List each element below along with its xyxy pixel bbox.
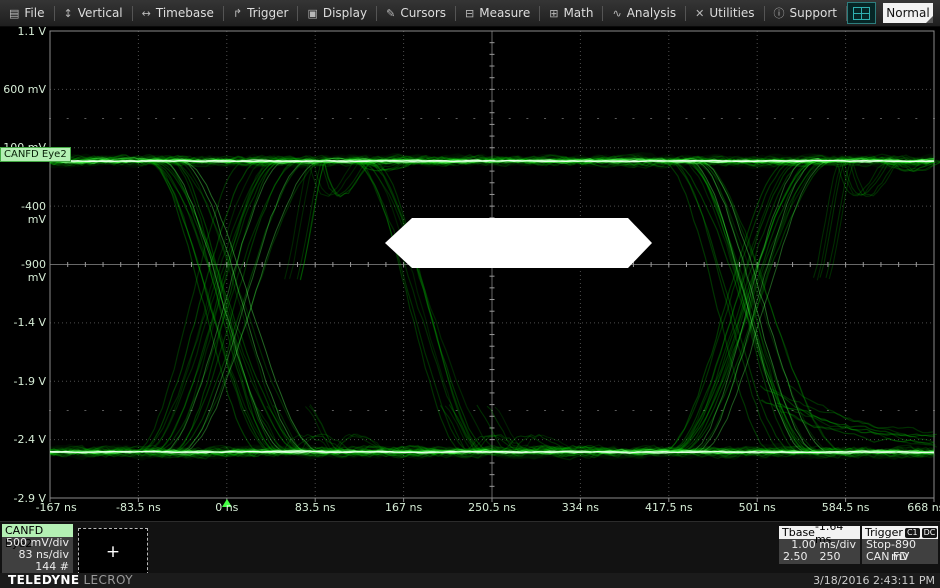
x-axis-label: 417.5 ns <box>645 501 693 514</box>
x-axis-label: 0 ns <box>215 501 238 514</box>
menu-items: ▤ File ↕ Vertical ↔ Timebase ↱ Trigger ▣ Display ✎… <box>0 0 847 26</box>
trigger-source-badge: C1 <box>905 528 920 538</box>
menu-item-label: Cursors <box>400 6 446 20</box>
menu-bar: ▤ File ↕ Vertical ↔ Timebase ↱ Trigger ▣ Display ✎… <box>0 0 940 27</box>
utilities-tools-icon: ✕ <box>695 7 704 20</box>
vertical-arrows-icon: ↕ <box>64 7 73 20</box>
plus-icon: + <box>106 542 120 562</box>
trigger-mode-label: Normal <box>886 6 929 20</box>
add-trace-box[interactable]: + <box>78 528 148 575</box>
trigger-type: CAN FD <box>862 551 938 563</box>
menu-item-label: Measure <box>479 6 530 20</box>
timebase-rate: 250 M... <box>820 551 857 563</box>
trigger-mode-button[interactable]: Normal <box>883 3 933 23</box>
trace-descriptor-box[interactable]: CANFD Eye2 500 mV/div 83 ns/div 144 # <box>2 524 73 573</box>
x-axis-label: 250.5 ns <box>468 501 516 514</box>
brand-logo: TELEDYNE LECROY <box>8 573 133 587</box>
x-axis-label: 668 ns <box>907 501 940 514</box>
brand-lecroy: LECROY <box>83 573 133 587</box>
y-axis-label: -1.4 V <box>0 316 46 329</box>
timebase-descriptor-box[interactable]: Tbase -1.64 ms 1.00 ms/div 2.50 MS 250 M… <box>779 526 860 564</box>
y-axis-label: -900 mV <box>0 258 46 284</box>
y-axis-label: -1.9 V <box>0 375 46 388</box>
graticule-icon <box>853 7 870 20</box>
trigger-coupling-badge: DC <box>922 528 938 538</box>
menu-item-display[interactable]: ▣ Display <box>298 0 376 26</box>
menu-right-cluster: Normal DragAc... Undo ↶ <box>847 2 940 25</box>
timebase-samples: 2.50 MS <box>783 551 820 563</box>
x-axis-label: -83.5 ns <box>116 501 161 514</box>
x-axis-label: -167 ns <box>36 501 77 514</box>
menu-item-cursors[interactable]: ✎ Cursors <box>377 0 455 26</box>
measure-icon: ⊟ <box>465 7 474 20</box>
menu-item-label: Display <box>323 6 367 20</box>
menu-item-label: Math <box>563 6 593 20</box>
status-bar: CANFD Eye2 500 mV/div 83 ns/div 144 # + … <box>0 521 940 574</box>
menu-item-support[interactable]: ⓘ Support <box>765 0 846 26</box>
file-icon: ▤ <box>9 7 19 20</box>
menu-item-label: Utilities <box>709 6 754 20</box>
y-axis-label: -400 mV <box>0 200 46 226</box>
trigger-descriptor-box[interactable]: Trigger C1 DC Stop -890 mV CAN FD <box>862 526 938 564</box>
menu-item-trigger[interactable]: ↱ Trigger <box>224 0 298 26</box>
footer-bar: TELEDYNE LECROY 3/18/2016 2:43:11 PM <box>0 573 940 588</box>
menu-item-file[interactable]: ▤ File <box>0 0 54 26</box>
x-axis-label: 83.5 ns <box>295 501 336 514</box>
y-axis-label: 600 mV <box>0 83 46 96</box>
oscilloscope-app: ▤ File ↕ Vertical ↔ Timebase ↱ Trigger ▣ Display ✎… <box>0 0 940 588</box>
corner-fold-icon <box>926 16 933 23</box>
graticule-button[interactable] <box>847 2 876 24</box>
menu-item-label: Analysis <box>627 6 676 20</box>
datetime-label: 3/18/2016 2:43:11 PM <box>813 574 935 587</box>
menu-item-label: Vertical <box>78 6 123 20</box>
x-axis-label: 501 ns <box>739 501 776 514</box>
menu-item-measure[interactable]: ⊟ Measure <box>456 0 539 26</box>
menu-item-label: Timebase <box>156 6 214 20</box>
eye-mask <box>385 218 652 268</box>
x-axis-label: 334 ns <box>562 501 599 514</box>
brand-teledyne: TELEDYNE <box>8 573 79 587</box>
trigger-edge-icon: ↱ <box>233 7 242 20</box>
x-axis-label: 167 ns <box>385 501 422 514</box>
menu-item-label: Support <box>790 6 837 20</box>
y-axis-label: -2.4 V <box>0 433 46 446</box>
menu-item-math[interactable]: ⊞ Math <box>540 0 602 26</box>
cursors-icon: ✎ <box>386 7 395 20</box>
x-axis-label: 584.5 ns <box>822 501 870 514</box>
trace-count: 144 # <box>2 561 73 573</box>
menu-item-label: File <box>24 6 44 20</box>
support-info-icon: ⓘ <box>774 5 785 21</box>
y-axis-label: 1.1 V <box>0 25 46 38</box>
analysis-chart-icon: ∿ <box>612 7 621 20</box>
math-icon: ⊞ <box>549 7 558 20</box>
menu-item-timebase[interactable]: ↔ Timebase <box>133 0 223 26</box>
menu-item-analysis[interactable]: ∿ Analysis <box>603 0 685 26</box>
menu-item-label: Trigger <box>247 6 288 20</box>
display-monitor-icon: ▣ <box>307 7 317 20</box>
waveform-display[interactable] <box>0 28 940 510</box>
horizontal-arrows-icon: ↔ <box>142 7 151 20</box>
channel-tag[interactable]: CANFD Eye2 <box>0 147 71 162</box>
menu-item-utilities[interactable]: ✕ Utilities <box>686 0 763 26</box>
menu-item-vertical[interactable]: ↕ Vertical <box>55 0 132 26</box>
